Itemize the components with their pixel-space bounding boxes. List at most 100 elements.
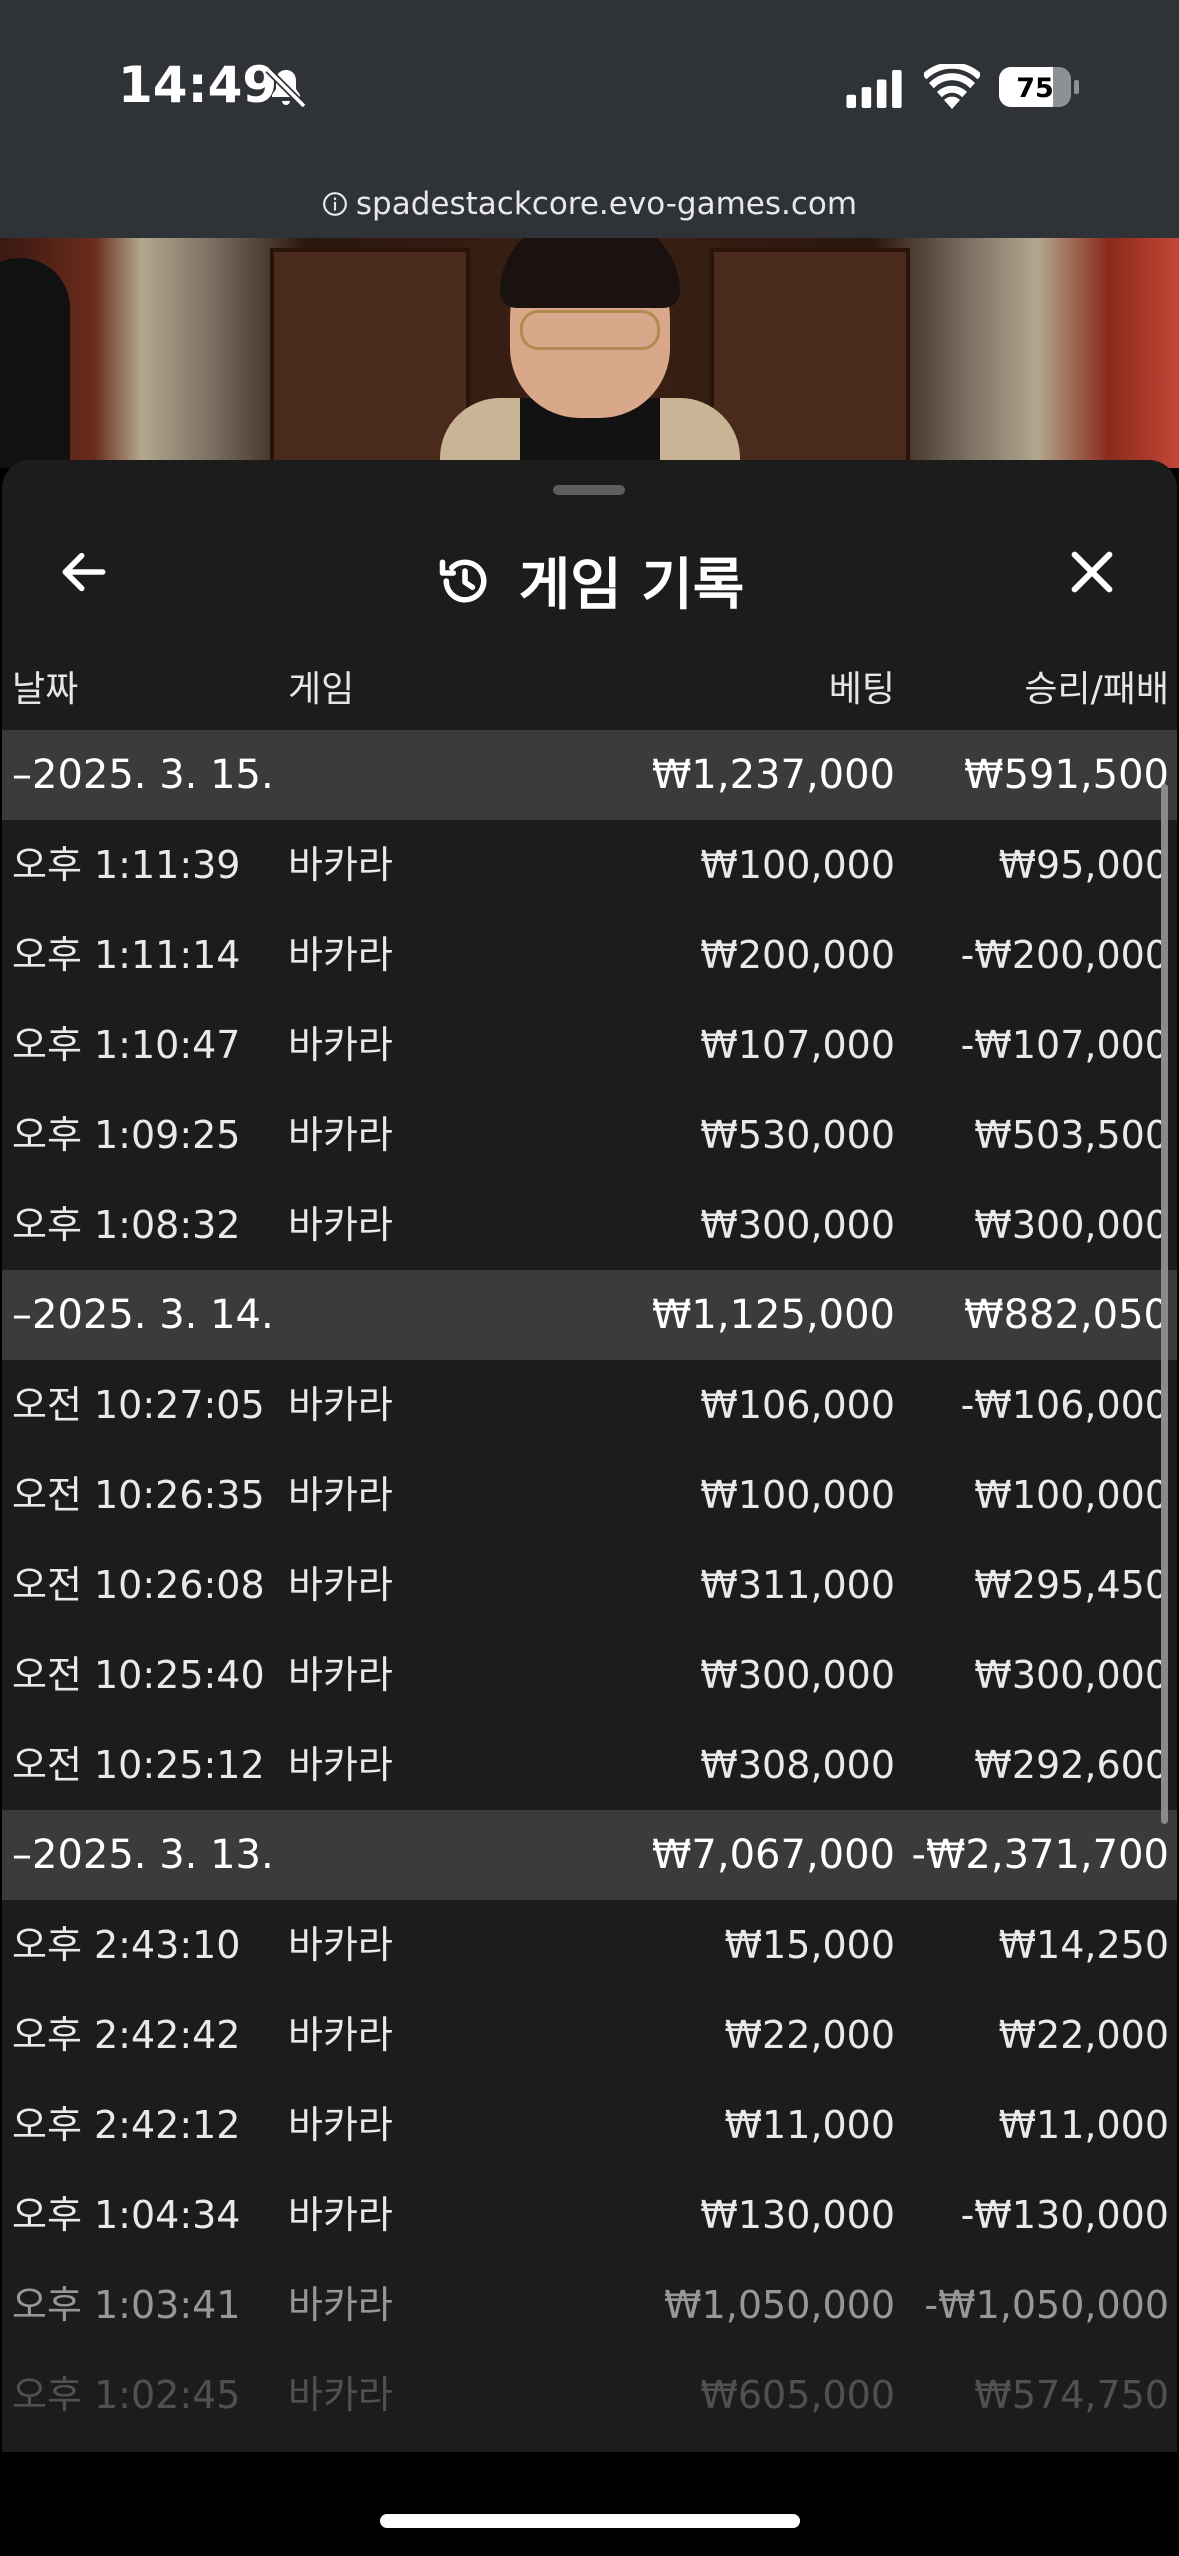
row-bet: ₩100,000 (700, 1473, 895, 1517)
sheet-title-group: 게임 기록 (2, 540, 1177, 621)
table-row[interactable]: 오후 1:03:41 바카라 ₩1,050,000 -₩1,050,000 (2, 2260, 1177, 2350)
row-game: 바카라 (288, 2373, 393, 2417)
row-time: 오전 10:26:35 (12, 1473, 265, 1517)
row-win-loss: -₩106,000 (960, 1383, 1169, 1427)
row-bet: ₩100,000 (700, 843, 895, 887)
row-game: 바카라 (288, 1023, 393, 1067)
date-group-row[interactable]: –2025. 3. 13. ₩7,067,000 -₩2,371,700 (2, 1810, 1177, 1900)
row-bet: ₩22,000 (724, 2013, 895, 2057)
group-bet-total: ₩1,125,000 (651, 1292, 895, 1338)
cellular-signal-icon (846, 70, 902, 108)
row-win-loss: ₩14,250 (998, 1923, 1169, 1967)
table-row[interactable]: 오후 1:10:47 바카라 ₩107,000 -₩107,000 (2, 1000, 1177, 1090)
table-row[interactable]: 오후 2:42:12 바카라 ₩11,000 ₩11,000 (2, 2080, 1177, 2170)
row-time: 오후 1:11:14 (12, 933, 241, 977)
group-date: –2025. 3. 14. (12, 1292, 274, 1338)
table-row[interactable]: 오후 1:08:32 바카라 ₩300,000 ₩300,000 (2, 1180, 1177, 1270)
row-bet: ₩1,050,000 (664, 2283, 895, 2327)
group-win-total: ₩882,050 (964, 1292, 1169, 1338)
row-game: 바카라 (288, 1743, 393, 1787)
status-time: 14:49 (118, 56, 278, 114)
row-bet: ₩530,000 (700, 1113, 895, 1157)
row-time: 오후 2:42:42 (12, 2013, 241, 2057)
history-icon (439, 559, 487, 602)
address-bar[interactable]: spadestackcore.evo-games.com (0, 170, 1179, 238)
row-time: 오후 2:42:12 (12, 2103, 241, 2147)
group-bet-total: ₩7,067,000 (651, 1832, 895, 1878)
close-icon (1071, 551, 1113, 593)
close-button[interactable] (1062, 542, 1122, 602)
row-win-loss: ₩574,750 (974, 2373, 1169, 2417)
sheet-grabber[interactable] (553, 485, 625, 495)
status-bar: 14:49 75 (0, 0, 1179, 170)
table-row[interactable]: 오후 1:11:14 바카라 ₩200,000 -₩200,000 (2, 910, 1177, 1000)
row-win-loss: ₩22,000 (998, 2013, 1169, 2057)
table-row[interactable]: 오후 1:04:34 바카라 ₩130,000 -₩130,000 (2, 2170, 1177, 2260)
row-game: 바카라 (288, 1113, 393, 1157)
scrollbar[interactable] (1161, 784, 1168, 1824)
sheet-header: 게임 기록 (2, 520, 1177, 620)
row-win-loss: ₩95,000 (998, 843, 1169, 887)
row-bet: ₩200,000 (700, 933, 895, 977)
date-group-row[interactable]: –2025. 3. 15. ₩1,237,000 ₩591,500 (2, 730, 1177, 820)
column-header-date: 날짜 (12, 669, 79, 710)
table-row[interactable]: 오후 2:43:10 바카라 ₩15,000 ₩14,250 (2, 1900, 1177, 1990)
row-game: 바카라 (288, 1203, 393, 1247)
table-row[interactable]: 오후 1:02:45 바카라 ₩605,000 ₩574,750 (2, 2350, 1177, 2440)
table-row[interactable]: 오후 1:09:25 바카라 ₩530,000 ₩503,500 (2, 1090, 1177, 1180)
table-row[interactable]: 오전 10:27:05 바카라 ₩106,000 -₩106,000 (2, 1360, 1177, 1450)
bell-off-icon (265, 67, 307, 109)
date-group-row[interactable]: –2025. 3. 14. ₩1,125,000 ₩882,050 (2, 1270, 1177, 1360)
row-time: 오후 1:09:25 (12, 1113, 241, 1157)
row-game: 바카라 (288, 1563, 393, 1607)
row-win-loss: -₩130,000 (960, 2193, 1169, 2237)
row-time: 오후 1:10:47 (12, 1023, 241, 1067)
row-game: 바카라 (288, 1383, 393, 1427)
row-game: 바카라 (288, 843, 393, 887)
table-row[interactable]: 오후 2:42:42 바카라 ₩22,000 ₩22,000 (2, 1990, 1177, 2080)
table-row[interactable]: 오전 10:25:12 바카라 ₩308,000 ₩292,600 (2, 1720, 1177, 1810)
dealer-glasses (520, 310, 660, 350)
column-header-win-loss: 승리/패배 (1024, 669, 1169, 710)
row-bet: ₩106,000 (700, 1383, 895, 1427)
row-time: 오후 1:02:45 (12, 2373, 241, 2417)
group-win-total: -₩2,371,700 (911, 1832, 1169, 1878)
row-bet: ₩311,000 (700, 1563, 895, 1607)
row-time: 오후 1:08:32 (12, 1203, 241, 1247)
row-win-loss: ₩292,600 (974, 1743, 1169, 1787)
row-win-loss: ₩11,000 (998, 2103, 1169, 2147)
row-game: 바카라 (288, 2103, 393, 2147)
home-indicator-area (0, 2452, 1179, 2556)
row-bet: ₩605,000 (700, 2373, 895, 2417)
row-game: 바카라 (288, 933, 393, 977)
info-icon (322, 192, 347, 216)
game-history-sheet: 게임 기록 날짜 게임 베팅 승리/패배 –2025. 3. 15. ₩1,23… (2, 460, 1177, 2460)
row-win-loss: ₩300,000 (974, 1203, 1169, 1247)
table-row[interactable]: 오후 1:11:39 바카라 ₩100,000 ₩95,000 (2, 820, 1177, 910)
table-row[interactable]: 오전 10:25:40 바카라 ₩300,000 ₩300,000 (2, 1630, 1177, 1720)
group-date: –2025. 3. 15. (12, 752, 274, 798)
row-win-loss: -₩107,000 (960, 1023, 1169, 1067)
dealer-hair (500, 238, 680, 308)
background-person (0, 258, 70, 468)
row-win-loss: ₩295,450 (974, 1563, 1169, 1607)
home-indicator[interactable] (380, 2514, 800, 2528)
row-bet: ₩308,000 (700, 1743, 895, 1787)
table-row[interactable]: 오전 10:26:08 바카라 ₩311,000 ₩295,450 (2, 1540, 1177, 1630)
row-game: 바카라 (288, 2013, 393, 2057)
group-date: –2025. 3. 13. (12, 1832, 274, 1878)
group-bet-total: ₩1,237,000 (651, 752, 895, 798)
row-time: 오후 1:03:41 (12, 2283, 241, 2327)
row-win-loss: -₩200,000 (960, 933, 1169, 977)
row-game: 바카라 (288, 2283, 393, 2327)
row-win-loss: ₩300,000 (974, 1653, 1169, 1697)
column-header-bet: 베팅 (828, 669, 895, 710)
row-time: 오후 2:43:10 (12, 1923, 241, 1967)
url-text: spadestackcore.evo-games.com (355, 186, 858, 222)
row-game: 바카라 (288, 1923, 393, 1967)
row-win-loss: ₩100,000 (974, 1473, 1169, 1517)
table-row[interactable]: 오전 10:26:35 바카라 ₩100,000 ₩100,000 (2, 1450, 1177, 1540)
row-time: 오전 10:27:05 (12, 1383, 265, 1427)
row-bet: ₩130,000 (700, 2193, 895, 2237)
background-panel (710, 248, 910, 468)
